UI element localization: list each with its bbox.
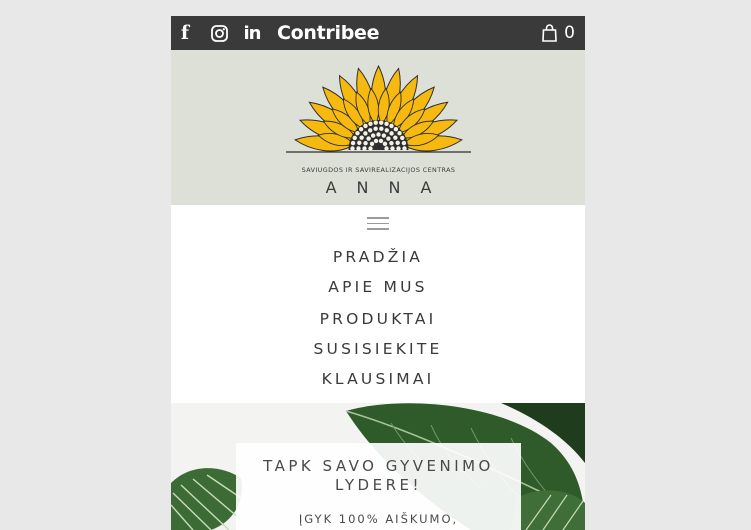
cart-count: 0 (564, 23, 575, 43)
top-bar: f in Contribee 0 (171, 16, 585, 50)
shopping-bag-icon (542, 24, 558, 42)
linkedin-icon[interactable]: in (241, 16, 263, 50)
contribee-link[interactable]: Contribee (277, 16, 379, 50)
nav-item-produktai[interactable]: PRODUKTAI (171, 310, 585, 328)
main-navigation: PRADŽIA APIE MUS PRODUKTAI SUSISIEKITE K… (171, 205, 585, 403)
hero-card: TAPK SAVO GYVENIMO LYDERE! ĮGYK 100% AIŠ… (236, 443, 521, 530)
hero-banner: TAPK SAVO GYVENIMO LYDERE! ĮGYK 100% AIŠ… (171, 403, 585, 530)
hero-title: TAPK SAVO GYVENIMO LYDERE! (263, 457, 494, 494)
cart-button[interactable]: 0 (542, 16, 575, 50)
menu-toggle-icon[interactable] (367, 217, 389, 231)
nav-item-apie-mus[interactable]: APIE MUS (171, 278, 585, 296)
anna-logo[interactable]: SAVIUGDOS IR SAVIREALIZACIJOS CENTRAS AN… (286, 62, 471, 197)
nav-item-pradzia[interactable]: PRADŽIA (171, 248, 585, 266)
sunflower-logo-icon (286, 64, 471, 153)
logo-name: ANNA (325, 178, 452, 197)
logo-subtitle: SAVIUGDOS IR SAVIREALIZACIJOS CENTRAS (301, 166, 456, 174)
hero-subtitle: ĮGYK 100% AIŠKUMO, (298, 512, 459, 526)
instagram-icon[interactable] (208, 16, 230, 50)
nav-item-susisiekite[interactable]: SUSISIEKITE (171, 340, 585, 358)
nav-item-klausimai[interactable]: KLAUSIMAI (171, 370, 585, 388)
facebook-icon[interactable]: f (177, 16, 193, 50)
site-header: SAVIUGDOS IR SAVIREALIZACIJOS CENTRAS AN… (171, 50, 585, 205)
mobile-page: f in Contribee 0 SAVIUGDOS IR SAVIREALIZ… (171, 16, 585, 530)
